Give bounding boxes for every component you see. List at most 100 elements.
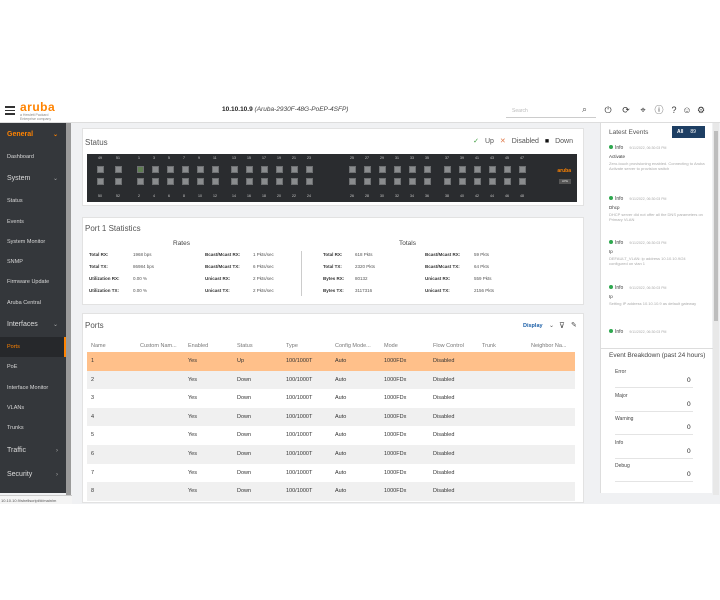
switch-port[interactable]	[379, 178, 386, 185]
column-header[interactable]: Mode	[384, 343, 398, 349]
switch-port[interactable]	[489, 178, 496, 185]
help-icon[interactable]: ?	[669, 105, 679, 115]
sidebar-item-status[interactable]: Status	[0, 191, 66, 211]
switch-port[interactable]	[489, 166, 496, 173]
event-item[interactable]: Info 9/11/2022, 06:30:03 PM	[609, 329, 705, 338]
switch-port[interactable]	[152, 166, 159, 173]
switch-port[interactable]	[379, 166, 386, 173]
column-header[interactable]: Neighbor Na...	[531, 343, 566, 349]
switch-port[interactable]	[261, 166, 268, 173]
switch-port[interactable]	[306, 166, 313, 173]
alert-icon[interactable]: ⓘ	[654, 105, 664, 115]
search-icon[interactable]: ⌕	[582, 104, 587, 115]
switch-port[interactable]	[409, 178, 416, 185]
event-item[interactable]: Info 9/11/2022, 06:30:03 PM Dhcp DHCP serve…	[609, 196, 705, 222]
sidebar-section-interfaces[interactable]: Interfaces ⌄	[0, 313, 66, 337]
switch-port[interactable]	[231, 166, 238, 173]
switch-port[interactable]	[504, 166, 511, 173]
switch-port[interactable]	[394, 178, 401, 185]
switch-port[interactable]	[364, 166, 371, 173]
panel-scrollbar[interactable]	[713, 123, 719, 495]
sidebar-scrollbar[interactable]	[66, 123, 71, 495]
edit-icon[interactable]: ✎	[571, 321, 577, 329]
switch-port[interactable]	[424, 178, 431, 185]
sidebar-item-events[interactable]: Events	[0, 212, 66, 232]
switch-port[interactable]	[276, 178, 283, 185]
table-row[interactable]: 6 Yes Down 100/1000T Auto 1000FDx Disabled	[87, 445, 575, 464]
switch-port[interactable]	[182, 178, 189, 185]
switch-port[interactable]	[474, 166, 481, 173]
switch-port[interactable]	[306, 178, 313, 185]
switch-port[interactable]	[291, 166, 298, 173]
column-header[interactable]: Custom Nam...	[140, 343, 177, 349]
scrollbar-thumb[interactable]	[714, 131, 718, 321]
user-icon[interactable]: ☺	[682, 105, 692, 115]
switch-port[interactable]	[459, 178, 466, 185]
switch-port[interactable]	[519, 178, 526, 185]
switch-port[interactable]	[519, 166, 526, 173]
switch-port[interactable]	[152, 178, 159, 185]
switch-port[interactable]	[444, 178, 451, 185]
switch-port[interactable]	[349, 166, 356, 173]
switch-port[interactable]	[364, 178, 371, 185]
gear-icon[interactable]: ⚙	[696, 105, 706, 115]
switch-port[interactable]	[349, 178, 356, 185]
switch-port[interactable]	[167, 178, 174, 185]
switch-port[interactable]	[504, 178, 511, 185]
sidebar-item-firmware-update[interactable]: Firmware Update	[0, 272, 66, 292]
sidebar-item-trunks[interactable]: Trunks	[0, 418, 66, 438]
table-row[interactable]: 1 Yes Up 100/1000T Auto 1000FDx Disabled	[87, 352, 575, 371]
switch-port[interactable]	[246, 166, 253, 173]
switch-port[interactable]	[394, 166, 401, 173]
sidebar-item-interface-monitor[interactable]: Interface Monitor	[0, 378, 66, 398]
all-events-button[interactable]: All 89	[672, 126, 705, 138]
sidebar-item-dashboard[interactable]: Dashboard	[0, 147, 66, 167]
switch-port[interactable]	[115, 178, 122, 185]
switch-port[interactable]	[115, 166, 122, 173]
switch-port[interactable]	[291, 178, 298, 185]
sidebar-item-snmp[interactable]: SNMP	[0, 252, 66, 272]
column-header[interactable]: Flow Control	[433, 343, 464, 349]
power-icon[interactable]: ⏻	[603, 105, 613, 115]
switch-port[interactable]	[97, 178, 104, 185]
switch-port[interactable]	[197, 178, 204, 185]
event-item[interactable]: Info 9/11/2022, 06:30:03 PM Activate Zero-t…	[609, 145, 705, 171]
sidebar-section-traffic[interactable]: Traffic ›	[0, 439, 66, 463]
table-row[interactable]: 3 Yes Down 100/1000T Auto 1000FDx Disabled	[87, 389, 575, 408]
sidebar-section-security[interactable]: Security ›	[0, 463, 66, 487]
switch-port[interactable]	[212, 166, 219, 173]
sidebar-item-aruba-central[interactable]: Aruba Central	[0, 293, 66, 313]
event-item[interactable]: Info 9/11/2022, 06:30:03 PM Ip DEFAULT_VLAN…	[609, 240, 705, 266]
column-header[interactable]: Status	[237, 343, 253, 349]
column-header[interactable]: Type	[286, 343, 298, 349]
table-row[interactable]: 4 Yes Down 100/1000T Auto 1000FDx Disabled	[87, 407, 575, 427]
column-header[interactable]: Config Mode...	[335, 343, 371, 349]
event-item[interactable]: Info 9/11/2022, 06:30:03 PM Ip Setting IP a…	[609, 285, 705, 306]
switch-port[interactable]	[97, 166, 104, 173]
scrollbar-thumb[interactable]	[66, 123, 71, 495]
switch-port[interactable]	[444, 166, 451, 173]
column-header[interactable]: Name	[91, 343, 106, 349]
location-icon[interactable]: ⌖	[638, 105, 648, 115]
chevron-down-icon[interactable]: ⌄	[549, 322, 554, 329]
refresh-icon[interactable]: ⟳	[621, 105, 631, 115]
display-button[interactable]: Display	[523, 323, 543, 329]
switch-port[interactable]	[246, 178, 253, 185]
table-row[interactable]: 7 Yes Down 100/1000T Auto 1000FDx Disabled	[87, 464, 575, 483]
menu-icon[interactable]	[5, 106, 15, 115]
switch-port[interactable]	[137, 166, 144, 173]
switch-port[interactable]	[459, 166, 466, 173]
switch-port[interactable]	[424, 166, 431, 173]
sidebar-section-general[interactable]: General ⌄	[0, 123, 66, 147]
switch-port[interactable]	[409, 166, 416, 173]
switch-port[interactable]	[167, 166, 174, 173]
switch-port[interactable]	[137, 178, 144, 185]
table-row[interactable]: 2 Yes Down 100/1000T Auto 1000FDx Disabled	[87, 370, 575, 390]
switch-port[interactable]	[182, 166, 189, 173]
sidebar-item-ports[interactable]: Ports	[0, 337, 66, 358]
column-header[interactable]: Trunk	[482, 343, 496, 349]
switch-port[interactable]	[212, 178, 219, 185]
switch-port[interactable]	[474, 178, 481, 185]
switch-port[interactable]	[261, 178, 268, 185]
sidebar-item-vlans[interactable]: VLANs	[0, 398, 66, 418]
